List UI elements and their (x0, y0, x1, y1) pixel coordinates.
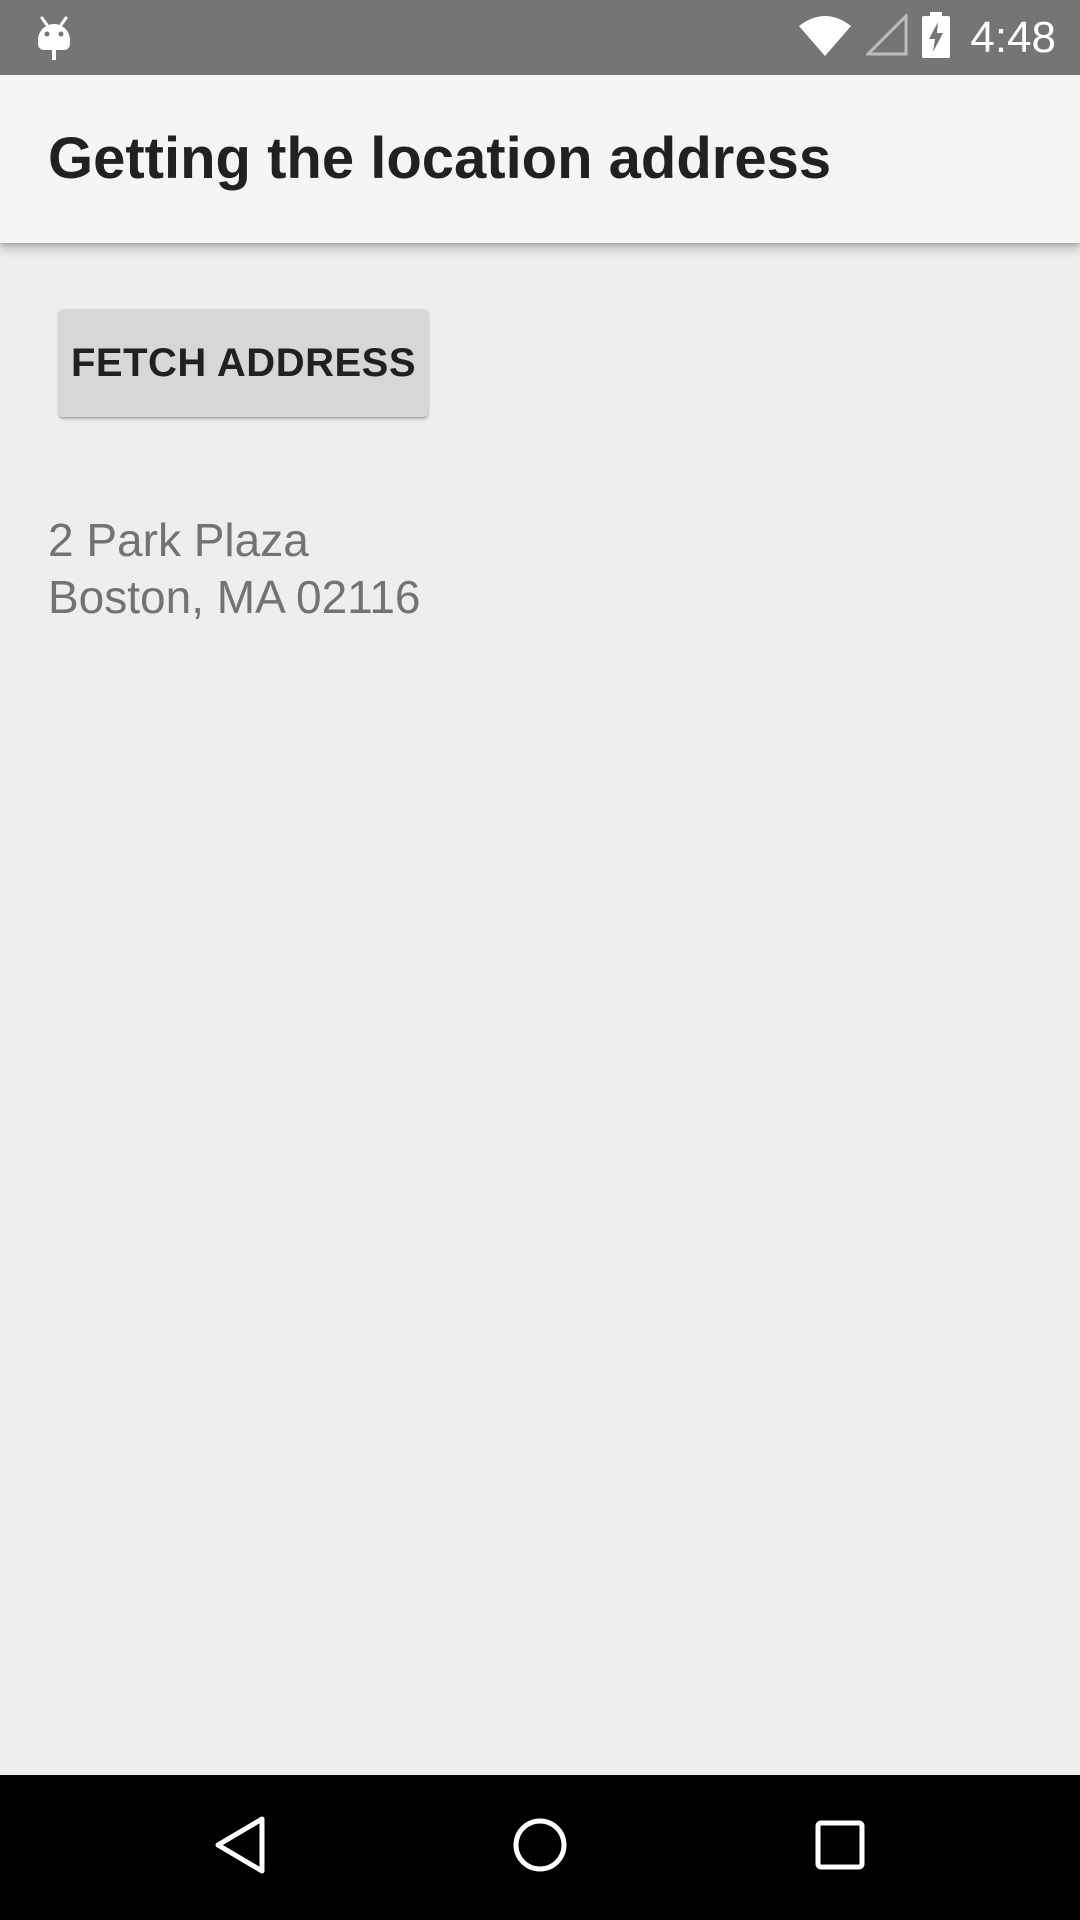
fetch-address-button[interactable]: FETCH ADDRESS (59, 309, 428, 417)
status-icons: 4:48 (798, 0, 1056, 75)
wifi-icon (798, 14, 852, 61)
screen: 4:48 Getting the location address FETCH … (0, 0, 1080, 1920)
address-line-street: 2 Park Plaza (48, 514, 309, 566)
recents-button[interactable] (760, 1775, 920, 1920)
address-text: 2 Park Plaza Boston, MA 02116 (48, 512, 421, 626)
back-button[interactable] (160, 1775, 320, 1920)
address-line-city: Boston, MA 02116 (48, 571, 421, 623)
battery-charging-icon (922, 12, 951, 63)
cell-signal-icon (864, 12, 908, 61)
status-bar: 4:48 (0, 0, 1080, 75)
page-title: Getting the location address (48, 126, 832, 191)
navigation-bar (0, 1775, 1080, 1920)
android-debug-icon (36, 14, 72, 62)
recents-icon (814, 1819, 866, 1876)
app-bar: Getting the location address (0, 75, 1080, 243)
main-content: FETCH ADDRESS 2 Park Plaza Boston, MA 02… (0, 243, 1080, 1775)
back-icon (212, 1815, 268, 1880)
home-button[interactable] (460, 1775, 620, 1920)
status-time: 4:48 (970, 13, 1056, 62)
home-icon (512, 1817, 568, 1878)
